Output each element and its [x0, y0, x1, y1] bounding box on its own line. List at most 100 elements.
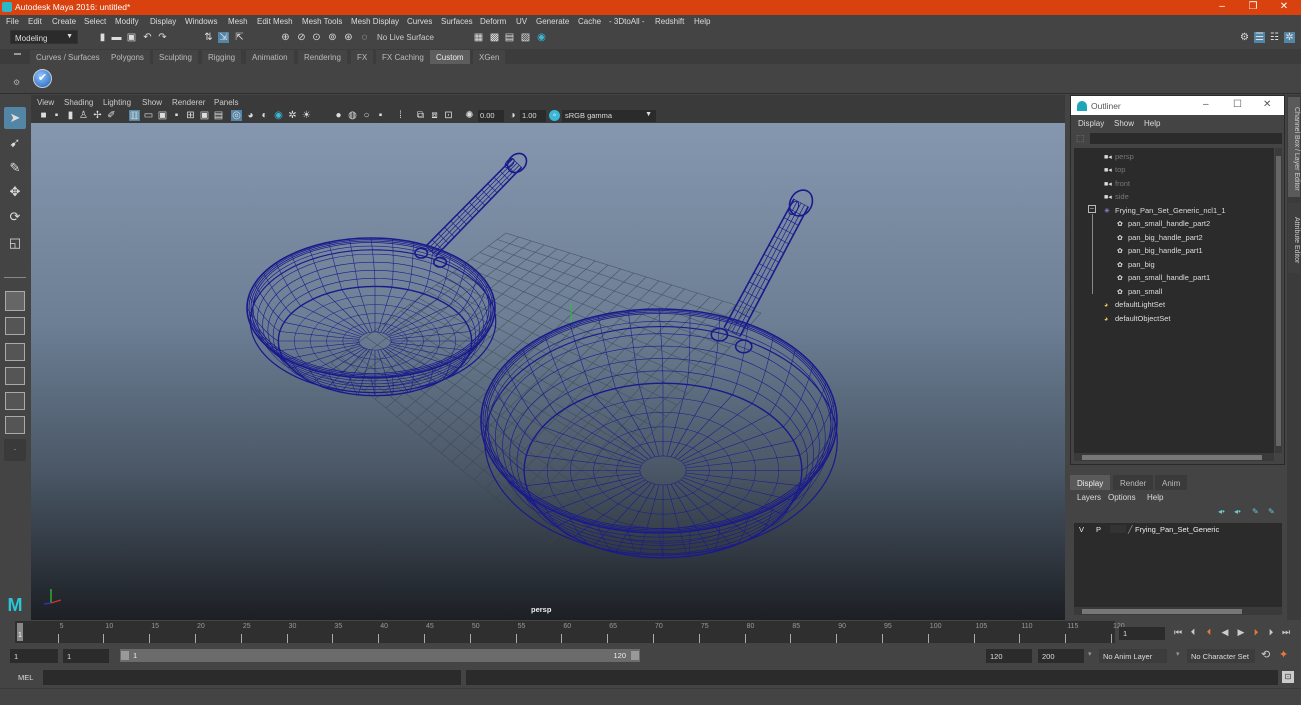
- outliner-item[interactable]: ■◂ side: [1104, 192, 1129, 201]
- anti-aliasing-icon[interactable]: ○: [361, 110, 372, 121]
- character-set-chevron-icon[interactable]: ▾: [1176, 650, 1180, 658]
- grease-pencil-icon[interactable]: ✐: [106, 110, 117, 121]
- layer-menu-help[interactable]: Help: [1147, 493, 1163, 502]
- layer-visibility-toggle[interactable]: V: [1079, 525, 1084, 534]
- more-layouts-icon[interactable]: ·: [4, 439, 26, 461]
- layout-four-pane-icon[interactable]: [5, 317, 25, 335]
- layer-tab-render[interactable]: Render: [1113, 475, 1154, 490]
- range-end-handle[interactable]: [631, 651, 639, 660]
- lasso-tool-icon[interactable]: ➹: [4, 132, 26, 154]
- mode-dropdown[interactable]: Modeling ▼: [10, 30, 78, 44]
- snap-curve-icon[interactable]: ⊘: [296, 32, 307, 43]
- shelf-menu-icon[interactable]: [14, 53, 21, 55]
- bookmark-icon[interactable]: ▮: [65, 110, 76, 121]
- live-surface-field[interactable]: No Live Surface: [377, 33, 434, 42]
- animation-end-field[interactable]: 200: [1038, 649, 1084, 663]
- motion-blur-icon[interactable]: ◍: [347, 110, 358, 121]
- paint-select-tool-icon[interactable]: ✎: [4, 157, 26, 179]
- custom-shelf-check-icon[interactable]: ✔: [33, 69, 52, 88]
- scale-tool-icon[interactable]: ◱: [4, 232, 26, 254]
- outliner-menu-help[interactable]: Help: [1144, 119, 1160, 128]
- resolution-gate-icon[interactable]: ▣: [157, 110, 168, 121]
- layer-horizontal-scrollbar[interactable]: [1074, 607, 1282, 615]
- film-gate-icon[interactable]: ▭: [143, 110, 154, 121]
- save-scene-icon[interactable]: ▣: [126, 32, 137, 43]
- 2d-pan-zoom-icon[interactable]: ✢: [92, 110, 103, 121]
- auto-key-icon[interactable]: ⟲: [1261, 648, 1270, 661]
- outliner-item-mesh[interactable]: ✿ pan_big: [1117, 260, 1155, 269]
- playback-start-field[interactable]: 1: [63, 649, 109, 663]
- color-management-icon[interactable]: ◦: [549, 110, 560, 121]
- shelf-settings-icon[interactable]: ⚙: [13, 78, 20, 87]
- menu-select[interactable]: Select: [84, 17, 106, 26]
- menu-curves[interactable]: Curves: [407, 17, 432, 26]
- maximize-button[interactable]: ❐: [1243, 1, 1263, 14]
- camera-select-icon[interactable]: ■: [38, 110, 49, 121]
- isolate-select-icon[interactable]: ⁞: [395, 110, 406, 121]
- outliner-horizontal-scrollbar[interactable]: [1074, 453, 1274, 461]
- select-hierarchy-icon[interactable]: ⇅: [203, 32, 214, 43]
- safe-action-icon[interactable]: ▣: [199, 110, 210, 121]
- menu-redshift[interactable]: Redshift: [655, 17, 684, 26]
- outliner-close-button[interactable]: ✕: [1263, 99, 1271, 110]
- snap-view-icon[interactable]: ⊚: [327, 32, 338, 43]
- outliner-search-input[interactable]: [1090, 133, 1282, 144]
- exposure-icon[interactable]: ✺: [464, 110, 475, 121]
- layer-tab-display[interactable]: Display: [1070, 475, 1111, 490]
- outliner-item[interactable]: ■◂ persp: [1104, 152, 1134, 161]
- xray-icon[interactable]: ⧉: [415, 110, 426, 121]
- menu-surfaces[interactable]: Surfaces: [441, 17, 473, 26]
- maya-home-icon[interactable]: M: [4, 595, 26, 615]
- gamma-icon[interactable]: ◑: [507, 110, 518, 121]
- menu-mesh-display[interactable]: Mesh Display: [351, 17, 399, 26]
- outliner-item-set[interactable]: ◕ defaultObjectSet: [1104, 314, 1170, 323]
- layout-persp-graph-icon[interactable]: [5, 416, 25, 434]
- render-settings-icon[interactable]: ▧: [520, 32, 531, 43]
- step-back-key-icon[interactable]: ⏴: [1187, 626, 1199, 638]
- safe-title-icon[interactable]: ▤: [213, 110, 224, 121]
- shelf-tab-fx[interactable]: FX: [351, 50, 374, 64]
- play-forwards-icon[interactable]: ▶: [1235, 626, 1247, 638]
- hypershade-icon[interactable]: ◉: [536, 32, 547, 43]
- wireframe-on-shaded-icon[interactable]: ◐: [259, 110, 270, 121]
- menu-windows[interactable]: Windows: [185, 17, 217, 26]
- smooth-shade-icon[interactable]: ◕: [245, 110, 256, 121]
- shadows-icon[interactable]: ☀: [301, 110, 312, 121]
- current-frame-field[interactable]: 1: [1119, 627, 1165, 640]
- outliner-vertical-scrollbar[interactable]: [1275, 148, 1282, 453]
- tab-attribute-editor[interactable]: Attribute Editor: [1288, 203, 1300, 273]
- exposure-field[interactable]: 0.00: [478, 110, 504, 122]
- use-all-lights-icon[interactable]: ✲: [287, 110, 298, 121]
- menu-mesh[interactable]: Mesh: [228, 17, 248, 26]
- outliner-item[interactable]: ■◂ top: [1104, 165, 1125, 174]
- layer-menu-layers[interactable]: Layers: [1077, 493, 1101, 502]
- menu-generate[interactable]: Generate: [536, 17, 569, 26]
- ipr-render-icon[interactable]: ▤: [504, 32, 515, 43]
- time-slider[interactable]: 1 5 10 15 20 25 30 35 40 45 50 55 60 65 70 75 80 85 90 95 1…: [15, 621, 1125, 643]
- shelf-tab-rigging[interactable]: Rigging: [202, 50, 242, 64]
- script-editor-icon[interactable]: ⊡: [1282, 671, 1294, 683]
- viewport-menu-panels[interactable]: Panels: [214, 98, 238, 107]
- snap-point-icon[interactable]: ⊙: [311, 32, 322, 43]
- shelf-tab-xgen[interactable]: XGen: [473, 50, 506, 64]
- layout-two-side-icon[interactable]: [5, 343, 25, 361]
- gamma-field[interactable]: 1.00: [520, 110, 546, 122]
- viewport-menu-renderer[interactable]: Renderer: [172, 98, 205, 107]
- go-to-end-icon[interactable]: ⏭: [1280, 626, 1292, 638]
- move-layer-down-icon[interactable]: ◂•: [1234, 507, 1241, 516]
- layer-color-icon[interactable]: ╱: [1128, 525, 1133, 534]
- animation-preferences-icon[interactable]: ✦: [1279, 648, 1288, 661]
- live-surface-icon[interactable]: ◌: [359, 32, 370, 43]
- attribute-editor-toggle-icon[interactable]: ☰: [1254, 32, 1265, 43]
- shelf-tab-animation[interactable]: Animation: [246, 50, 294, 64]
- channel-box-toggle-icon[interactable]: ✲: [1284, 32, 1295, 43]
- textured-icon[interactable]: ◉: [273, 110, 284, 121]
- new-empty-layer-icon[interactable]: ✎: [1252, 507, 1259, 516]
- grid-toggle-icon[interactable]: ▥: [129, 110, 140, 121]
- menu-create[interactable]: Create: [52, 17, 76, 26]
- playback-end-field[interactable]: 120: [986, 649, 1032, 663]
- camera-attributes-icon[interactable]: ▪: [51, 110, 62, 121]
- step-forward-key-icon[interactable]: ⏵: [1265, 626, 1277, 638]
- menu-deform[interactable]: Deform: [480, 17, 506, 26]
- gate-mask-icon[interactable]: ▪: [171, 110, 182, 121]
